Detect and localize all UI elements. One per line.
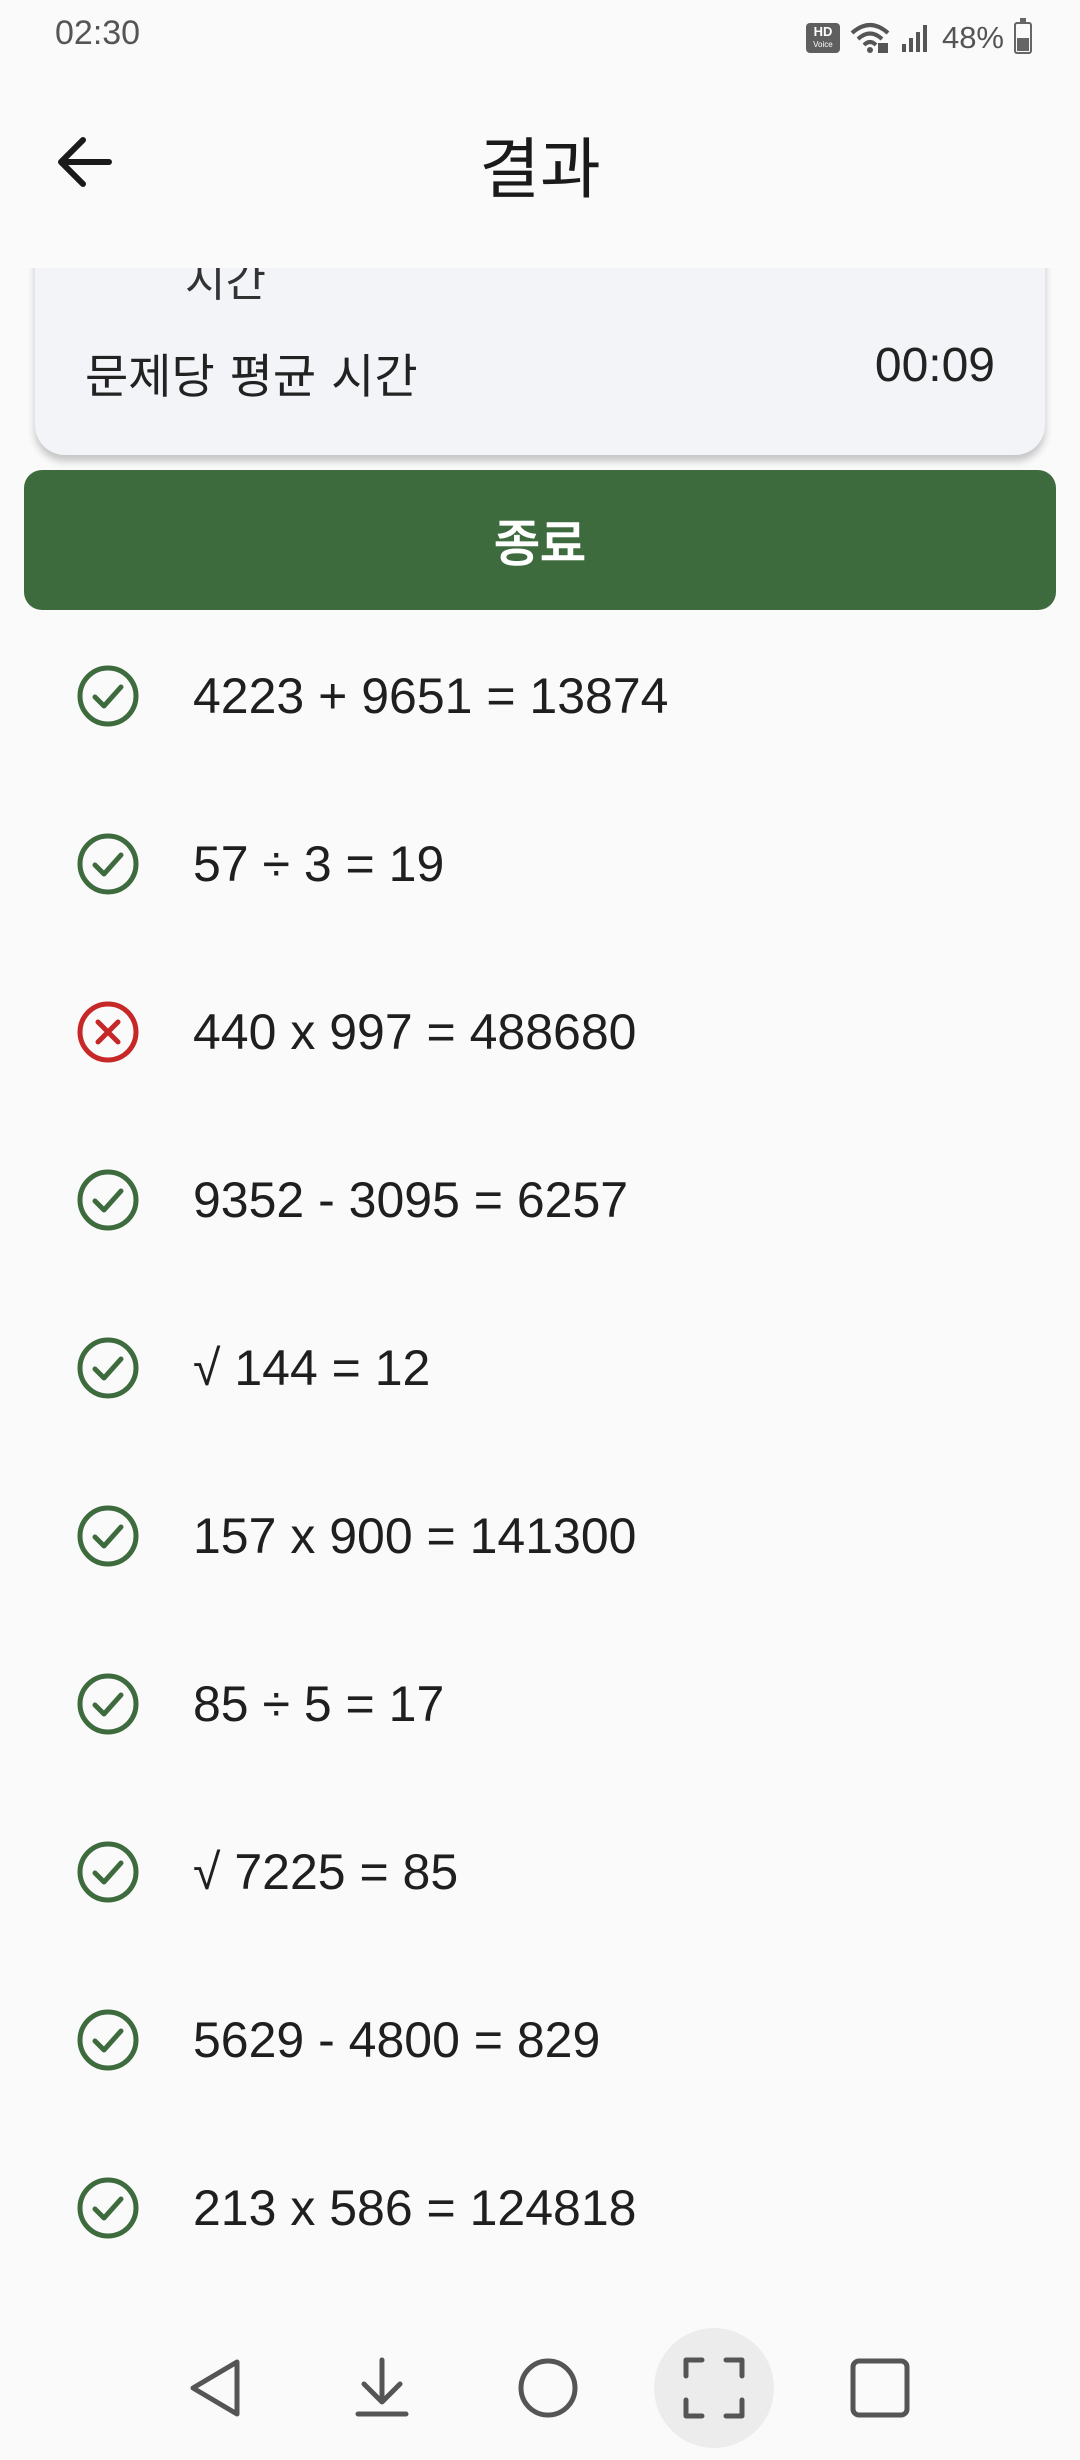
back-nav-button[interactable] — [155, 2328, 275, 2448]
battery-icon — [1014, 18, 1032, 54]
problem-text: 440 x 997 = 488680 — [193, 1004, 637, 1060]
home-nav-icon — [518, 2358, 578, 2418]
signal-icon — [901, 25, 927, 52]
problem-text: 5629 - 4800 = 829 — [193, 2012, 601, 2068]
problem-text: 85 ÷ 5 = 17 — [193, 1676, 445, 1732]
check-circle-icon — [77, 1841, 139, 1903]
check-circle-icon — [77, 1337, 139, 1399]
app-bar: 결과 — [0, 76, 1080, 268]
battery-percent: 48% — [941, 20, 1004, 55]
screenshot-nav-icon — [683, 2357, 745, 2419]
average-time-label: 문제당 평균 시간 — [85, 350, 418, 405]
recents-nav-icon — [850, 2358, 910, 2418]
problem-list: 4223 + 9651 = 13874 57 ÷ 3 = 19 440 x 997 … — [0, 612, 1080, 2292]
check-circle-icon — [77, 833, 139, 895]
problem-item: 4223 + 9651 = 13874 — [0, 612, 1080, 780]
end-button[interactable]: 종료 — [24, 470, 1056, 610]
page-title: 결과 — [479, 131, 601, 208]
status-time: 02:30 — [55, 14, 141, 52]
problem-item: 5629 - 4800 = 829 — [0, 1956, 1080, 2124]
problem-item: 157 x 900 = 141300 — [0, 1452, 1080, 1620]
status-bar: 02:30 HD Voice 48% — [0, 0, 1080, 76]
check-circle-icon — [77, 665, 139, 727]
wifi-icon — [850, 23, 890, 53]
download-nav-button[interactable] — [322, 2328, 442, 2448]
check-circle-icon — [77, 1169, 139, 1231]
home-nav-button[interactable] — [488, 2328, 608, 2448]
problem-text: √ 144 = 12 — [193, 1340, 431, 1396]
recents-nav-button[interactable] — [820, 2328, 940, 2448]
check-circle-icon — [77, 1673, 139, 1735]
status-icons: HD Voice 48% — [805, 16, 1032, 60]
problem-item: 85 ÷ 5 = 17 — [0, 1620, 1080, 1788]
x-circle-icon — [77, 1001, 139, 1063]
problem-item: √ 7225 = 85 — [0, 1788, 1080, 1956]
problem-text: 157 x 900 = 141300 — [193, 1508, 637, 1564]
problem-text: 213 x 586 = 124818 — [193, 2180, 637, 2236]
back-nav-icon — [190, 2359, 240, 2417]
navigation-bar — [0, 2318, 1080, 2460]
problem-item: 9352 - 3095 = 6257 — [0, 1116, 1080, 1284]
check-circle-icon — [77, 2177, 139, 2239]
check-circle-icon — [77, 2009, 139, 2071]
problem-item: √ 144 = 12 — [0, 1284, 1080, 1452]
download-nav-icon — [355, 2357, 409, 2417]
average-time-value: 00:09 — [874, 339, 995, 392]
screenshot-nav-button[interactable] — [654, 2328, 774, 2448]
hd-voice-icon: HD Voice — [805, 23, 840, 53]
problem-item: 213 x 586 = 124818 — [0, 2124, 1080, 2292]
problem-text: 57 ÷ 3 = 19 — [193, 836, 445, 892]
problem-text: 4223 + 9651 = 13874 — [193, 668, 669, 724]
check-circle-icon — [77, 1505, 139, 1567]
problem-text: √ 7225 = 85 — [193, 1844, 459, 1900]
problem-item: 440 x 997 = 488680 — [0, 948, 1080, 1116]
problem-text: 9352 - 3095 = 6257 — [193, 1172, 629, 1228]
problem-item: 57 ÷ 3 = 19 — [0, 780, 1080, 948]
